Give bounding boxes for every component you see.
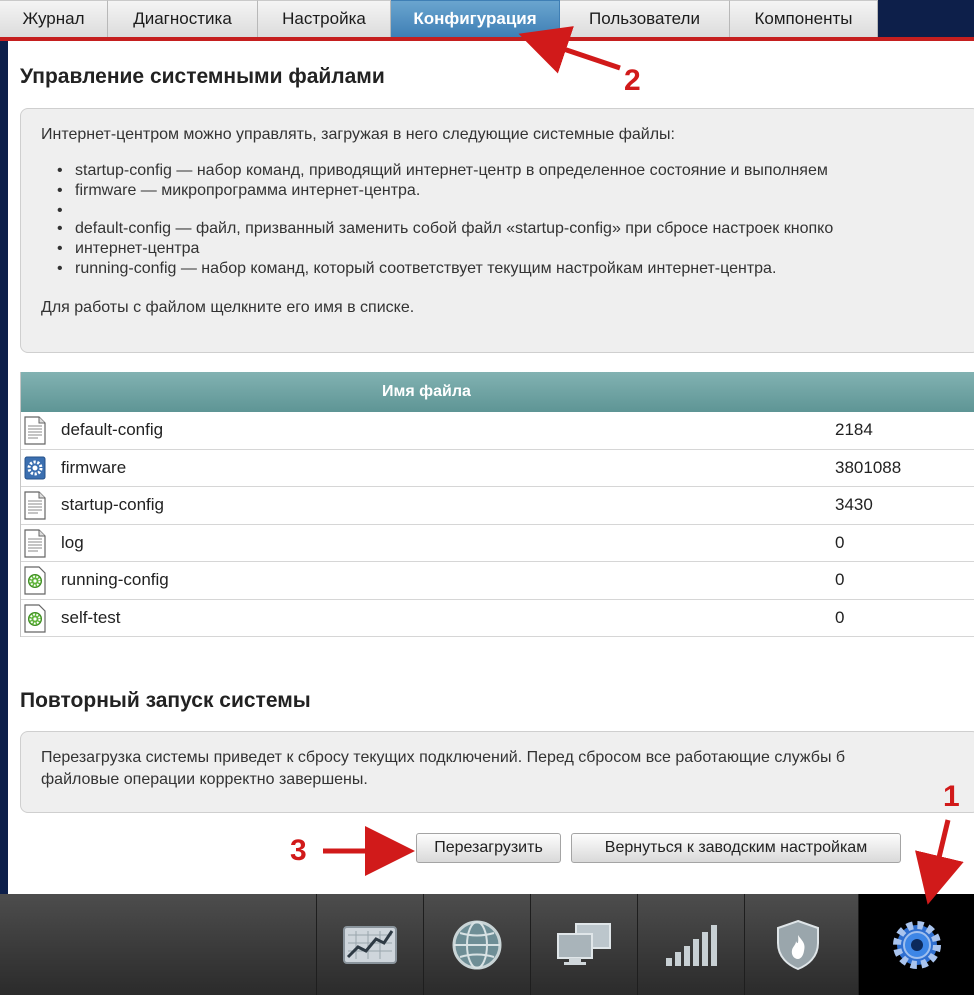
files-outro: Для работы с файлом щелкните его имя в с… — [41, 299, 415, 316]
file-size: 2184 — [835, 420, 873, 440]
factory-reset-button[interactable]: Вернуться к заводским настройкам — [571, 833, 901, 863]
nav-home-network-button[interactable] — [530, 894, 637, 995]
file-name[interactable]: startup-config — [61, 495, 164, 515]
table-row[interactable]: default-config 2184 — [21, 412, 974, 450]
bullet-running-config: running-config — набор команд, который с… — [57, 259, 974, 279]
bullet-startup-config: startup-config — набор команд, приводящи… — [57, 161, 974, 181]
bullet-gap — [57, 201, 974, 221]
system-gear-icon — [892, 920, 941, 969]
restart-text-line1: Перезагрузка системы приведет к сбросу т… — [41, 749, 846, 766]
bullet-firmware: firmware — микропрограмма интернет-центр… — [57, 181, 974, 201]
nav-system-button[interactable] — [858, 894, 974, 995]
security-shield-icon — [777, 919, 819, 970]
file-name[interactable]: default-config — [61, 420, 163, 440]
table-row[interactable]: firmware 3801088 — [21, 450, 974, 487]
bullet-default-config-cont: интернет-центра — [57, 239, 974, 259]
annotation-1: 1 — [943, 780, 960, 813]
document-icon — [24, 528, 46, 558]
tab-bar: Журнал Диагностика Настройка Конфигураци… — [0, 0, 974, 38]
files-info-box: Интернет-центром можно управлять, загруж… — [20, 108, 974, 353]
file-size: 0 — [835, 570, 845, 590]
file-size: 3430 — [835, 495, 873, 515]
restart-text-line2: файловые операции корректно завершены. — [41, 771, 368, 788]
table-row[interactable]: log 0 — [21, 525, 974, 562]
nav-internet-button[interactable] — [423, 894, 530, 995]
home-network-computers-icon — [557, 922, 611, 965]
document-icon — [24, 491, 46, 520]
table-row[interactable]: self-test 0 — [21, 600, 974, 637]
bullet-default-config: default-config — файл, призванный замени… — [57, 219, 974, 239]
file-name[interactable]: self-test — [61, 608, 121, 628]
wifi-signal-bars-icon — [666, 924, 717, 966]
monitoring-chart-icon — [343, 925, 397, 964]
files-intro: Интернет-центром можно управлять, загруж… — [41, 126, 675, 143]
green-gear-document-icon — [24, 603, 46, 633]
nav-wifi-button[interactable] — [637, 894, 744, 995]
nav-monitoring-button[interactable] — [316, 894, 423, 995]
files-bullets: startup-config — набор команд, приводящи… — [57, 161, 974, 279]
tab-settings[interactable]: Настройка — [258, 0, 391, 37]
tab-configuration[interactable]: Конфигурация — [391, 0, 560, 37]
reboot-button[interactable]: Перезагрузить — [416, 833, 561, 863]
file-name[interactable]: log — [61, 533, 84, 553]
tab-diagnostics[interactable]: Диагностика — [108, 0, 258, 37]
globe-internet-icon — [452, 920, 502, 969]
nav-security-button[interactable] — [744, 894, 851, 995]
table-row[interactable]: startup-config 3430 — [21, 487, 974, 525]
gear-file-icon — [24, 456, 46, 479]
file-size: 0 — [835, 607, 845, 627]
tabs: Журнал Диагностика Настройка Конфигураци… — [0, 0, 878, 37]
files-table: Имя файла default-config 2184 firmware 3… — [20, 372, 974, 637]
tab-components[interactable]: Компоненты — [730, 0, 878, 37]
tab-bar-fill — [878, 0, 974, 37]
files-section-title: Управление системными файлами — [20, 65, 385, 88]
file-size: 0 — [835, 532, 845, 552]
table-header-filename: Имя файла — [21, 372, 974, 412]
tab-users[interactable]: Пользователи — [560, 0, 730, 37]
restart-section-title: Повторный запуск системы — [20, 689, 311, 712]
annotation-2: 2 — [624, 64, 641, 97]
tab-journal[interactable]: Журнал — [0, 0, 108, 37]
green-gear-document-icon — [24, 566, 46, 595]
restart-info-box: Перезагрузка системы приведет к сбросу т… — [20, 731, 974, 813]
main-content: Управление системными файлами Интернет-ц… — [8, 41, 974, 894]
file-name[interactable]: running-config — [61, 570, 169, 590]
bottom-nav-bar — [0, 894, 974, 995]
annotation-3: 3 — [290, 834, 307, 867]
table-row[interactable]: running-config 0 — [21, 562, 974, 600]
file-size: 3801088 — [835, 457, 902, 477]
document-icon — [24, 416, 46, 445]
file-name[interactable]: firmware — [61, 458, 126, 478]
